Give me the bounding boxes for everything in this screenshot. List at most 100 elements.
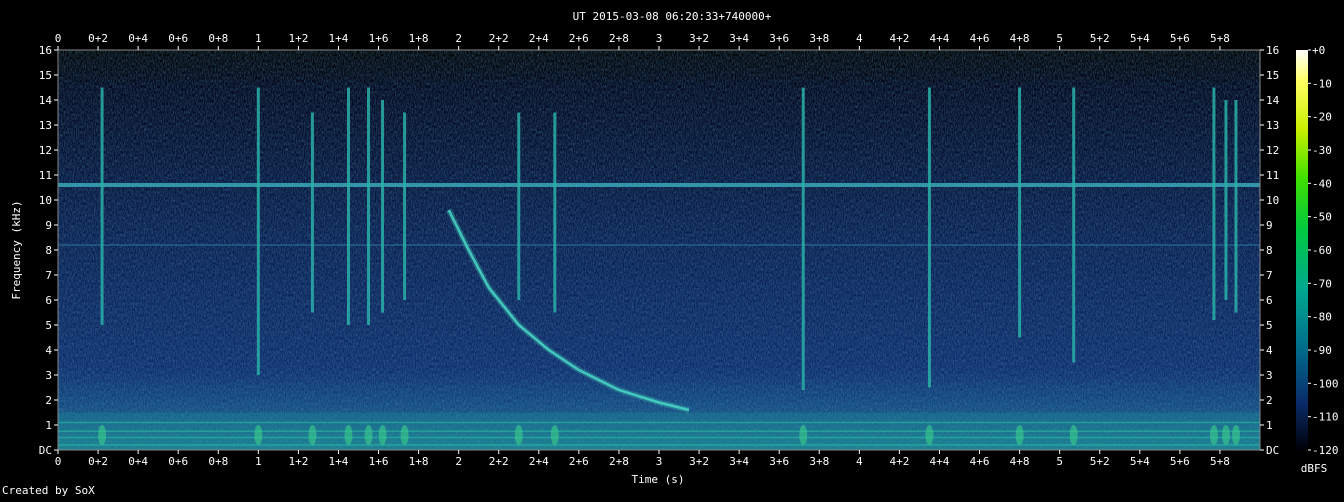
y-tick-label: 11 [39, 169, 52, 182]
y-tick-label: 15 [1266, 69, 1279, 82]
plot-noise [58, 50, 1260, 450]
x-tick-label: 2+6 [569, 455, 589, 468]
colorbar-tick-label: -100 [1312, 377, 1339, 390]
x-tick-label: 4+8 [1010, 32, 1030, 45]
x-tick-label: 2+4 [529, 455, 549, 468]
y-axis-left: DC12345678910111213141516 [39, 44, 58, 457]
x-axis-label: Time (s) [632, 473, 685, 486]
x-tick-label: 2+4 [529, 32, 549, 45]
x-tick-label: 3+8 [809, 32, 829, 45]
colorbar-tick-label: -30 [1312, 144, 1332, 157]
y-tick-label: 13 [1266, 119, 1279, 132]
y-tick-label: 5 [1266, 319, 1273, 332]
spike-base-glow [364, 425, 373, 445]
y-tick-label: DC [1266, 444, 1279, 457]
x-axis-top: 0 0+2 0+4 0+6 0+8 1 1+2 1+4 1+6 1+8 2 2+2 2+4 2+6 2+8 3… [55, 32, 1230, 50]
y-tick-label: 6 [45, 294, 52, 307]
x-tick-label: 0+2 [88, 32, 108, 45]
y-tick-label: 14 [1266, 94, 1280, 107]
y-tick-label: 2 [1266, 394, 1273, 407]
x-axis-bottom: 0 0+2 0+4 0+6 0+8 1 1+2 1+4 1+6 1+8 2 2+2 2+4 2+6 2+8 3… [55, 450, 1230, 468]
spectrogram-chart: UT 2015-03-08 06:20:33+740000+ 0 0+2 0+4 0+… [2, 10, 1339, 497]
x-tick-label: 4+2 [889, 32, 909, 45]
x-tick-label: 1 [255, 32, 262, 45]
y-tick-label: 16 [1266, 44, 1279, 57]
y-tick-label: 16 [39, 44, 52, 57]
colorbar-tick-label: -110 [1312, 411, 1339, 424]
y-tick-label: 1 [45, 419, 52, 432]
colorbar-tick-label: -70 [1312, 277, 1332, 290]
x-tick-label: 5+8 [1210, 32, 1230, 45]
spike-base-glow [400, 425, 409, 445]
colorbar-tick-label: -80 [1312, 311, 1332, 324]
x-tick-label: 4+6 [970, 455, 990, 468]
x-tick-label: 5+6 [1170, 32, 1190, 45]
x-tick-label: 1+8 [409, 32, 429, 45]
footer-credit: Created by SoX [2, 484, 95, 497]
x-tick-label: 3+6 [769, 32, 789, 45]
x-tick-label: 4+4 [930, 32, 950, 45]
x-tick-label: 1+6 [369, 455, 389, 468]
x-tick-label: 0+2 [88, 455, 108, 468]
colorbar-tick-label: -10 [1312, 77, 1332, 90]
y-tick-label: 15 [39, 69, 52, 82]
chart-title: UT 2015-03-08 06:20:33+740000+ [573, 10, 772, 23]
spike-base-glow [799, 425, 808, 445]
y-tick-label: 14 [39, 94, 53, 107]
x-tick-label: 4+8 [1010, 455, 1030, 468]
x-tick-label: 2+2 [489, 32, 509, 45]
colorbar-tick-label: -40 [1312, 177, 1332, 190]
colorbar-gradient [1296, 50, 1308, 450]
x-tick-label: 0+6 [168, 32, 188, 45]
colorbar-tick-label: -90 [1312, 344, 1332, 357]
y-tick-label: 9 [45, 219, 52, 232]
spike-base-glow [1209, 425, 1218, 445]
x-tick-label: 1 [255, 455, 262, 468]
y-tick-label: 1 [1266, 419, 1273, 432]
spike-base-glow [550, 425, 559, 445]
spike-base-glow [1015, 425, 1024, 445]
spike-base-glow [308, 425, 317, 445]
x-tick-label: 5 [1056, 455, 1063, 468]
x-tick-label: 5+8 [1210, 455, 1230, 468]
x-tick-label: 5+2 [1090, 32, 1110, 45]
x-tick-label: 1+2 [288, 455, 308, 468]
colorbar-tick-label: -60 [1312, 244, 1332, 257]
x-tick-label: 5+2 [1090, 455, 1110, 468]
y-tick-label: 4 [1266, 344, 1273, 357]
x-tick-label: 1+6 [369, 32, 389, 45]
x-tick-label: 5 [1056, 32, 1063, 45]
x-tick-label: 3+4 [729, 455, 749, 468]
colorbar-tick-label: -50 [1312, 211, 1332, 224]
x-tick-label: 3+4 [729, 32, 749, 45]
y-tick-label: 10 [1266, 194, 1279, 207]
x-tick-label: 2+6 [569, 32, 589, 45]
x-tick-label: 4 [856, 455, 863, 468]
x-tick-label: 5+6 [1170, 455, 1190, 468]
plot-area [57, 49, 1261, 451]
y-tick-label: 12 [1266, 144, 1279, 157]
y-tick-label: 10 [39, 194, 52, 207]
x-tick-label: 4 [856, 32, 863, 45]
spike-base-glow [378, 425, 387, 445]
spike-base-glow [1221, 425, 1230, 445]
x-tick-label: 1+4 [329, 32, 349, 45]
colorbar-tick-label: +0 [1312, 44, 1325, 57]
x-tick-label: 4+6 [970, 32, 990, 45]
y-tick-label: 8 [45, 244, 52, 257]
x-tick-label: 0+8 [208, 455, 228, 468]
colorbar-tick-label: -20 [1312, 111, 1332, 124]
spike-base-glow [925, 425, 934, 445]
spike-base-glow [344, 425, 353, 445]
x-tick-label: 4+2 [889, 455, 909, 468]
x-tick-label: 1+8 [409, 455, 429, 468]
x-tick-label: 2+8 [609, 32, 629, 45]
y-tick-label: 5 [45, 319, 52, 332]
x-tick-label: 1+4 [329, 455, 349, 468]
x-tick-label: 5+4 [1130, 455, 1150, 468]
x-tick-label: 2+2 [489, 455, 509, 468]
spike-base-glow [1231, 425, 1240, 445]
x-tick-label: 0 [55, 32, 62, 45]
x-tick-label: 1+2 [288, 32, 308, 45]
y-tick-label: 3 [1266, 369, 1273, 382]
